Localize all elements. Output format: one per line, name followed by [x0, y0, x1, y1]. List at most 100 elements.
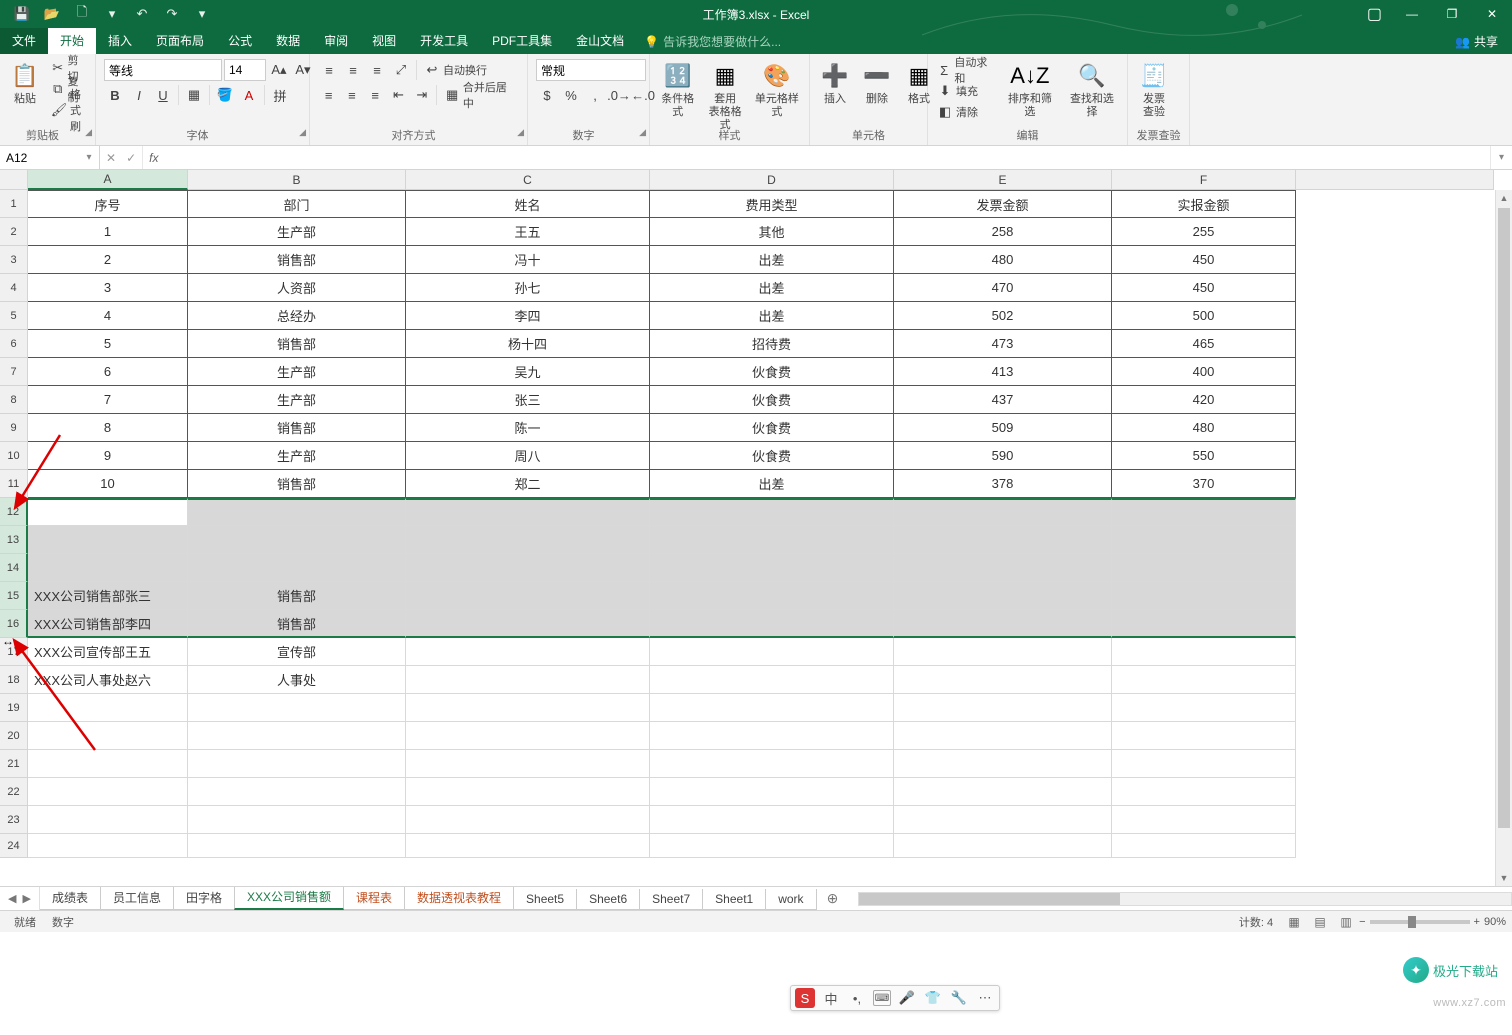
- find-select-button[interactable]: 🔍查找和选择: [1061, 58, 1123, 121]
- cell[interactable]: [1112, 806, 1296, 834]
- cell[interactable]: 473: [894, 330, 1112, 358]
- cell[interactable]: [1112, 610, 1296, 638]
- scroll-down-icon[interactable]: ▼: [1496, 870, 1512, 886]
- cell[interactable]: XXX公司销售部张三: [28, 582, 188, 610]
- cell[interactable]: [650, 722, 894, 750]
- cell[interactable]: [894, 750, 1112, 778]
- cell[interactable]: [650, 582, 894, 610]
- cell[interactable]: [1112, 834, 1296, 858]
- align-center-icon[interactable]: ≡: [341, 84, 362, 106]
- tab-developer[interactable]: 开发工具: [408, 28, 480, 54]
- scroll-thumb[interactable]: [1498, 208, 1510, 828]
- cell[interactable]: [1112, 498, 1296, 526]
- tell-me-search[interactable]: 💡告诉我您想要做什么...: [636, 29, 789, 54]
- font-size-select[interactable]: [224, 59, 266, 81]
- cell[interactable]: [406, 582, 650, 610]
- tab-data[interactable]: 数据: [264, 28, 312, 54]
- cell[interactable]: [1112, 582, 1296, 610]
- cell[interactable]: 伙食费: [650, 414, 894, 442]
- orientation-icon[interactable]: ⤢: [390, 59, 412, 81]
- qat-open[interactable]: 📂: [38, 2, 66, 26]
- cell[interactable]: [406, 610, 650, 638]
- sheet-tab[interactable]: 数据透视表教程: [404, 887, 514, 910]
- cell[interactable]: [894, 778, 1112, 806]
- cell[interactable]: [188, 554, 406, 582]
- cell[interactable]: 冯十: [406, 246, 650, 274]
- cell[interactable]: 450: [1112, 274, 1296, 302]
- cell[interactable]: 李四: [406, 302, 650, 330]
- ime-cn-button[interactable]: 中: [821, 988, 841, 1008]
- cell[interactable]: [188, 694, 406, 722]
- cell[interactable]: [650, 526, 894, 554]
- expand-formula-bar-icon[interactable]: ▾: [1490, 146, 1512, 169]
- tab-jinshan[interactable]: 金山文档: [564, 28, 636, 54]
- cell[interactable]: XXX公司宣传部王五: [28, 638, 188, 666]
- font-name-select[interactable]: [104, 59, 222, 81]
- insert-cells-button[interactable]: ➕插入: [814, 58, 856, 108]
- cell[interactable]: 8: [28, 414, 188, 442]
- cell[interactable]: 6: [28, 358, 188, 386]
- cell[interactable]: [28, 806, 188, 834]
- cell[interactable]: 450: [1112, 246, 1296, 274]
- cell[interactable]: 其他: [650, 218, 894, 246]
- cell[interactable]: 413: [894, 358, 1112, 386]
- invoice-check-button[interactable]: 🧾发票 查验: [1132, 58, 1176, 121]
- row-header-4[interactable]: 4: [0, 274, 28, 302]
- cell[interactable]: 7: [28, 386, 188, 414]
- cell[interactable]: 周八: [406, 442, 650, 470]
- cell[interactable]: 生产部: [188, 442, 406, 470]
- cell[interactable]: 550: [1112, 442, 1296, 470]
- ime-tools-icon[interactable]: 🔧: [949, 988, 969, 1008]
- cell[interactable]: [28, 778, 188, 806]
- cell[interactable]: 生产部: [188, 358, 406, 386]
- number-format-select[interactable]: [536, 59, 646, 81]
- sheet-tab[interactable]: work: [765, 889, 816, 910]
- fx-label[interactable]: fx: [143, 146, 164, 169]
- format-as-table-button[interactable]: ▦套用 表格格式: [701, 58, 748, 135]
- sheet-next-icon[interactable]: ▶: [22, 892, 30, 905]
- row-header-20[interactable]: 20: [0, 722, 28, 750]
- close-button[interactable]: ✕: [1472, 0, 1512, 28]
- cell[interactable]: [1112, 750, 1296, 778]
- cell[interactable]: 费用类型: [650, 190, 894, 218]
- cell[interactable]: [894, 834, 1112, 858]
- column-header-A[interactable]: A: [28, 170, 188, 190]
- cells-area[interactable]: 序号部门姓名费用类型发票金额实报金额1生产部王五其他2582552销售部冯十出差…: [28, 190, 1494, 886]
- dialog-launcher-icon[interactable]: ◢: [639, 127, 646, 138]
- dialog-launcher-icon[interactable]: ◢: [299, 127, 306, 138]
- cell[interactable]: [406, 694, 650, 722]
- scroll-up-icon[interactable]: ▲: [1496, 190, 1512, 206]
- qat-customize-icon[interactable]: ▾: [188, 2, 216, 26]
- cell[interactable]: 出差: [650, 302, 894, 330]
- cell[interactable]: 4: [28, 302, 188, 330]
- accept-formula-icon[interactable]: ✓: [126, 151, 136, 165]
- cell[interactable]: XXX公司人事处赵六: [28, 666, 188, 694]
- cell[interactable]: 伙食费: [650, 358, 894, 386]
- cell[interactable]: [650, 778, 894, 806]
- font-color-button[interactable]: A: [238, 84, 260, 106]
- cell[interactable]: 400: [1112, 358, 1296, 386]
- page-break-view-icon[interactable]: ▥: [1333, 913, 1359, 931]
- row-header-22[interactable]: 22: [0, 778, 28, 806]
- fill-color-button[interactable]: 🪣: [214, 84, 236, 106]
- align-bottom-icon[interactable]: ≡: [366, 59, 388, 81]
- cell[interactable]: [406, 722, 650, 750]
- qat-undo[interactable]: ↶: [128, 2, 156, 26]
- name-box-input[interactable]: [0, 149, 80, 167]
- row-header-5[interactable]: 5: [0, 302, 28, 330]
- cell[interactable]: 生产部: [188, 386, 406, 414]
- name-box[interactable]: ▾: [0, 146, 100, 169]
- sheet-tab[interactable]: Sheet5: [513, 889, 577, 910]
- cell[interactable]: 伙食费: [650, 442, 894, 470]
- cell[interactable]: 370: [1112, 470, 1296, 498]
- cell[interactable]: 470: [894, 274, 1112, 302]
- sheet-tab[interactable]: Sheet1: [702, 889, 766, 910]
- tab-insert[interactable]: 插入: [96, 28, 144, 54]
- qat-new[interactable]: 🗋: [68, 2, 96, 26]
- cell[interactable]: 销售部: [188, 330, 406, 358]
- cell[interactable]: [28, 694, 188, 722]
- ribbon-options-icon[interactable]: ▢: [1367, 4, 1382, 24]
- cell[interactable]: [1112, 526, 1296, 554]
- conditional-format-button[interactable]: 🔢条件格式: [654, 58, 701, 121]
- cell[interactable]: 杨十四: [406, 330, 650, 358]
